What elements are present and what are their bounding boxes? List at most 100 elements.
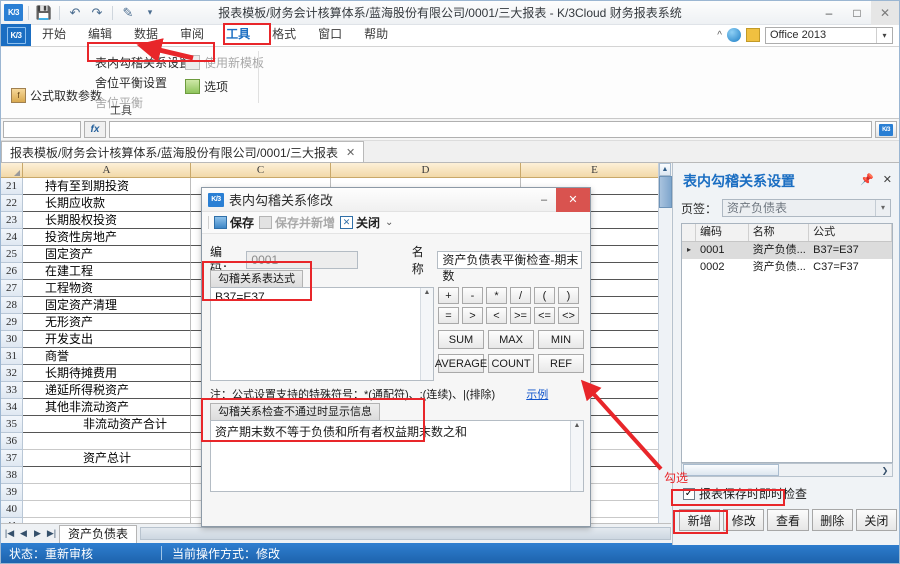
insert-function-icon[interactable]: fx (84, 121, 106, 138)
cell-a[interactable]: 无形资产 (23, 314, 191, 331)
scroll-up-icon[interactable]: ▲ (424, 289, 431, 296)
formula-input[interactable] (109, 121, 872, 138)
undo-icon[interactable]: ↶ (65, 4, 85, 22)
row-header[interactable]: 28 (1, 297, 23, 314)
cell-a[interactable]: 持有至到期投资 (23, 178, 191, 195)
row-header[interactable]: 32 (1, 365, 23, 382)
scroll-up-icon[interactable]: ▲ (574, 422, 581, 429)
cell-a[interactable] (23, 433, 191, 450)
cell-a[interactable] (23, 484, 191, 501)
message-textarea[interactable]: 资产期末数不等于负债和所有者权益期末数之和 ▲ (210, 420, 584, 492)
column-header-e[interactable]: E (521, 163, 669, 178)
cell-a[interactable]: 商誉 (23, 348, 191, 365)
column-header-d[interactable]: D (331, 163, 521, 178)
row-header[interactable]: 34 (1, 399, 23, 416)
tab-edit[interactable]: 编辑 (77, 22, 123, 46)
chevron-down-icon[interactable]: ⌄ (385, 217, 393, 228)
column-header-a[interactable]: A (23, 163, 191, 178)
cell-a[interactable]: 其他非流动资产 (23, 399, 191, 416)
select-all-corner[interactable] (1, 163, 23, 178)
edit-button[interactable]: 修改 (723, 509, 765, 531)
row-header[interactable]: 22 (1, 195, 23, 212)
chevron-down-icon[interactable]: ▾ (875, 200, 890, 216)
op-less-button[interactable]: < (486, 307, 507, 324)
chevron-right-icon[interactable]: ❯ (878, 466, 892, 475)
maximize-button[interactable]: □ (843, 1, 871, 25)
relation-grid[interactable]: 编码 名称 公式 ▸ 0001 资产负债... B37=E37 0002 资产负… (681, 223, 893, 463)
tab-start[interactable]: 开始 (31, 22, 77, 46)
style-icon[interactable] (746, 28, 760, 42)
op-gte-button[interactable]: >= (510, 307, 531, 324)
row-header[interactable]: 24 (1, 229, 23, 246)
op-lte-button[interactable]: <= (534, 307, 555, 324)
close-panel-button[interactable]: 关闭 (855, 509, 898, 531)
row-header[interactable]: 36 (1, 433, 23, 450)
op-rparen-button[interactable]: ) (558, 287, 579, 304)
row-header[interactable]: 38 (1, 467, 23, 484)
row-header[interactable]: 30 (1, 331, 23, 348)
scroll-thumb[interactable] (683, 464, 779, 476)
fn-max-button[interactable]: MAX (488, 330, 534, 349)
cell-a[interactable] (23, 467, 191, 484)
sheet-tab-balance-sheet[interactable]: 资产负债表 (59, 524, 138, 543)
dialog-minimize-button[interactable]: – (532, 188, 556, 212)
row-header[interactable]: 25 (1, 246, 23, 263)
op-lparen-button[interactable]: ( (534, 287, 555, 304)
grid-header-name[interactable]: 名称 (749, 224, 810, 241)
tab-window[interactable]: 窗口 (307, 22, 353, 46)
table-row[interactable]: 0002 资产负债... C37=F37 (682, 259, 892, 276)
format-painter-icon[interactable]: ✎ (118, 4, 138, 22)
prev-sheet-icon[interactable]: ◀ (17, 528, 30, 539)
tab-tools[interactable]: 工具 (215, 22, 261, 46)
first-sheet-icon[interactable]: |◀ (3, 528, 16, 539)
minimize-button[interactable]: – (815, 1, 843, 25)
file-menu-button[interactable]: K/3 (1, 24, 31, 46)
next-sheet-icon[interactable]: ▶ (31, 528, 44, 539)
name-box-input[interactable] (3, 121, 81, 138)
cell-a[interactable] (23, 501, 191, 518)
row-header[interactable]: 26 (1, 263, 23, 280)
op-greater-button[interactable]: > (462, 307, 483, 324)
instant-check-row[interactable]: ✓ 报表保存时即时检查 (683, 485, 807, 502)
op-divide-button[interactable]: / (510, 287, 531, 304)
cell-a[interactable]: 投资性房地产 (23, 229, 191, 246)
name-field[interactable]: 资产负债表平衡检查-期末数 (437, 251, 583, 283)
pin-icon[interactable]: 📌 (860, 173, 874, 186)
fn-average-button[interactable]: AVERAGE (435, 354, 487, 373)
row-header[interactable]: 35 (1, 416, 23, 433)
chevron-up-icon[interactable]: ^ (717, 30, 722, 41)
grid-header-formula[interactable]: 公式 (809, 224, 892, 241)
row-header[interactable]: 29 (1, 314, 23, 331)
dialog-close-button[interactable]: ✕ (556, 187, 590, 212)
fn-ref-button[interactable]: REF (538, 354, 584, 373)
grid-header-code[interactable]: 编码 (696, 224, 749, 241)
op-multiply-button[interactable]: * (486, 287, 507, 304)
help-icon[interactable] (727, 28, 741, 42)
scroll-up-icon[interactable]: ▲ (659, 163, 671, 176)
row-header[interactable]: 37 (1, 450, 23, 467)
op-minus-button[interactable]: - (462, 287, 483, 304)
formula-bar-end-button[interactable]: K/3 (875, 121, 897, 138)
save-icon[interactable]: 💾 (34, 4, 54, 22)
expression-tab[interactable]: 勾稽关系表达式 (210, 270, 303, 287)
scroll-thumb[interactable] (659, 176, 672, 208)
cell-a[interactable]: 长期待摊费用 (23, 365, 191, 382)
document-tab[interactable]: 报表模板/财务会计核算体系/蓝海股份有限公司/0001/三大报表 ✕ (1, 141, 365, 162)
cell-a[interactable]: 固定资产 (23, 246, 191, 263)
dialog-save-button[interactable]: 保存 (214, 214, 254, 231)
in-table-relation-button[interactable]: 表内勾稽关系设置 (95, 54, 191, 71)
more-dropdown-icon[interactable]: ▾ (140, 4, 160, 22)
row-header[interactable]: 27 (1, 280, 23, 297)
op-neq-button[interactable]: <> (558, 307, 579, 324)
close-icon[interactable]: ✕ (346, 146, 355, 159)
cell-a[interactable]: 递延所得税资产 (23, 382, 191, 399)
row-header[interactable]: 23 (1, 212, 23, 229)
row-header[interactable]: 33 (1, 382, 23, 399)
cell-a[interactable]: 资产总计 (23, 450, 191, 467)
close-icon[interactable]: ✕ (883, 173, 892, 186)
theme-select[interactable]: Office 2013 ▾ (765, 26, 893, 44)
fn-min-button[interactable]: MIN (538, 330, 584, 349)
tab-format[interactable]: 格式 (261, 22, 307, 46)
grid-horizontal-scrollbar[interactable]: ❯ (681, 463, 893, 477)
expression-scrollbar[interactable]: ▲ (420, 288, 433, 380)
